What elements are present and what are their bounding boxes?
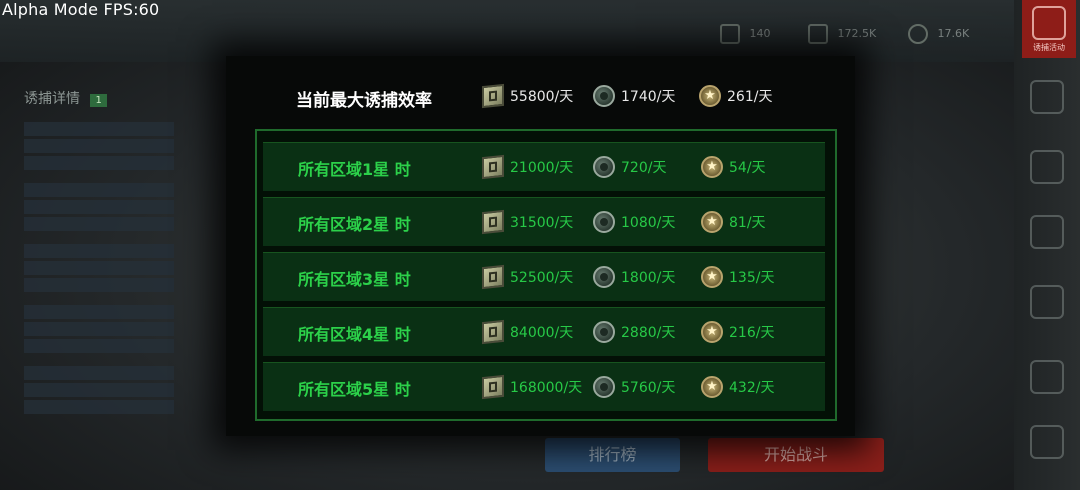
supply-crate-icon: [482, 154, 504, 180]
grenade-icon: [593, 85, 615, 107]
trap-efficiency-popup: 当前最大诱捕效率 55800/天 1740/天 ★ 261/天 所有区域1星 时…: [226, 56, 855, 436]
top-bar: 140 172.5K 17.6K: [0, 0, 1080, 62]
list-item[interactable]: [24, 339, 174, 353]
side-item[interactable]: [1024, 80, 1070, 126]
star-efficiency-table: 所有区域1星 时 21000/天 720/天 ★ 54/天 所有区域2星 时 31…: [255, 129, 837, 421]
table-row: 所有区域4星 时 84000/天 2880/天 ★ 216/天: [263, 307, 825, 356]
supply-crate-icon: [482, 83, 504, 109]
count-badge: 1: [90, 94, 107, 107]
side-item[interactable]: [1024, 285, 1070, 331]
table-row: 所有区域5星 时 168000/天 5760/天 ★ 432/天: [263, 362, 825, 411]
star-medal-icon: ★: [701, 376, 723, 398]
timer-icon: [1030, 80, 1064, 114]
star-medal-icon: ★: [701, 156, 723, 178]
trap-icon: [1032, 6, 1066, 40]
list-item[interactable]: [24, 139, 174, 153]
max-efficiency-row: 当前最大诱捕效率 55800/天 1740/天 ★ 261/天: [226, 78, 855, 114]
side-item[interactable]: [1024, 360, 1070, 406]
supply-crate-icon: [482, 374, 504, 400]
list-item[interactable]: [24, 200, 174, 214]
table-row: 所有区域2星 时 31500/天 1080/天 ★ 81/天: [263, 197, 825, 246]
grenade-icon: [593, 156, 615, 178]
list-item[interactable]: [24, 383, 174, 397]
document-icon: [1030, 215, 1064, 249]
grenade-icon: [593, 376, 615, 398]
grenade-icon: [593, 266, 615, 288]
star-medal-icon: ★: [701, 266, 723, 288]
top-resource: 17.6K: [908, 24, 969, 44]
grenade-icon: [593, 321, 615, 343]
vehicle-icon: [1030, 360, 1064, 394]
list-item[interactable]: [24, 261, 174, 275]
list-item[interactable]: [24, 322, 174, 336]
shop-bag-icon: [1030, 285, 1064, 319]
fps-counter: Alpha Mode FPS:60: [2, 0, 160, 19]
supply-crate-icon: [808, 24, 828, 44]
resource-square: 55800/天: [482, 82, 573, 110]
resource-star: ★ 261/天: [699, 82, 772, 110]
supply-crate-icon: [482, 209, 504, 235]
list-item[interactable]: [24, 244, 174, 258]
supply-crate-icon: [482, 319, 504, 345]
list-item[interactable]: [24, 400, 174, 414]
top-resource: 172.5K: [808, 24, 876, 44]
side-item[interactable]: [1024, 150, 1070, 196]
supply-crate-icon: [482, 264, 504, 290]
start-battle-button[interactable]: 开始战斗: [708, 438, 884, 472]
list-item[interactable]: [24, 156, 174, 170]
list-item[interactable]: [24, 122, 174, 136]
trap-detail-title: 诱捕详情 1: [24, 88, 174, 108]
side-item[interactable]: [1024, 425, 1070, 471]
grenade-icon: [593, 211, 615, 233]
table-row: 所有区域1星 时 21000/天 720/天 ★ 54/天: [263, 142, 825, 191]
table-row: 所有区域3星 时 52500/天 1800/天 ★ 135/天: [263, 252, 825, 301]
list-item[interactable]: [24, 366, 174, 380]
resource-icon: [720, 24, 740, 44]
list-item[interactable]: [24, 183, 174, 197]
resource-icon: [908, 24, 928, 44]
side-item-trap-event[interactable]: 诱捕活动: [1022, 0, 1076, 58]
side-item[interactable]: [1024, 215, 1070, 261]
list-item[interactable]: [24, 305, 174, 319]
side-menu: 诱捕活动: [1014, 0, 1080, 490]
check-icon: [1030, 150, 1064, 184]
list-item[interactable]: [24, 217, 174, 231]
max-efficiency-title: 当前最大诱捕效率: [296, 91, 432, 111]
star-medal-icon: ★: [699, 85, 721, 107]
star-medal-icon: ★: [701, 211, 723, 233]
resource-bomb: 1740/天: [593, 82, 675, 110]
trap-detail-panel: 诱捕详情 1: [24, 88, 174, 417]
star-medal-icon: ★: [701, 321, 723, 343]
top-resource: 140: [720, 24, 771, 44]
leaderboard-button[interactable]: 排行榜: [545, 438, 680, 472]
gift-box-icon: [1030, 425, 1064, 459]
list-item[interactable]: [24, 278, 174, 292]
